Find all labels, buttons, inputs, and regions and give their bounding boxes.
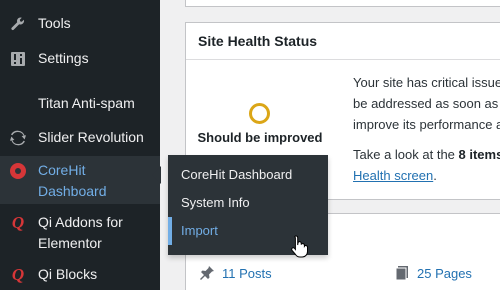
corehit-icon xyxy=(0,160,36,181)
submenu-item-system-info[interactable]: System Info xyxy=(168,189,328,217)
posts-count-link[interactable]: 11 Posts xyxy=(198,264,272,282)
dashboard-widget-top xyxy=(185,0,500,7)
pin-icon xyxy=(198,264,216,282)
health-status-ring xyxy=(249,103,270,124)
health-description: Your site has critical issues be address… xyxy=(353,75,500,132)
sidebar-item-label: Tools xyxy=(38,15,71,31)
pages-icon xyxy=(393,264,411,282)
sidebar-item-label: Qi Blocks xyxy=(38,266,98,282)
admin-sidebar: Tools Settings Titan Anti-spam Slider Re… xyxy=(0,0,160,290)
sidebar-item-settings[interactable]: Settings xyxy=(0,48,160,69)
sidebar-item-tools[interactable]: Tools xyxy=(0,13,160,34)
widget-title: Site Health Status xyxy=(186,23,500,60)
wrench-icon xyxy=(0,13,36,34)
sidebar-item-label: Qi Addons for Elementor xyxy=(38,214,123,251)
sidebar-item-qi-blocks[interactable]: Q Qi Blocks xyxy=(0,264,160,285)
submenu-item-corehit-dashboard[interactable]: CoreHit Dashboard xyxy=(168,161,328,189)
sidebar-item-label: Settings xyxy=(38,50,89,66)
sidebar-item-titan-anti-spam[interactable]: Titan Anti-spam xyxy=(0,93,160,114)
sidebar-item-label: CoreHit Dashboard xyxy=(38,162,107,199)
health-status-label: Should be improved xyxy=(197,130,323,145)
health-screen-link[interactable]: Health screen xyxy=(353,168,433,183)
refresh-icon xyxy=(0,127,36,148)
sliders-icon xyxy=(0,48,36,69)
hand-cursor-icon xyxy=(290,234,310,258)
qi-icon: Q xyxy=(11,265,25,284)
qi-icon: Q xyxy=(11,213,25,232)
sidebar-item-qi-addons[interactable]: Q Qi Addons for Elementor xyxy=(0,212,160,254)
sidebar-item-label: Titan Anti-spam xyxy=(38,95,135,111)
flyout-arrow xyxy=(152,166,161,184)
sidebar-item-label: Slider Revolution xyxy=(38,129,144,145)
health-take-look: Take a look at the 8 items Health screen… xyxy=(353,147,500,183)
sidebar-item-slider-revolution[interactable]: Slider Revolution xyxy=(0,127,160,148)
sidebar-item-corehit-dashboard[interactable]: CoreHit Dashboard xyxy=(0,156,160,204)
pages-count-link[interactable]: 25 Pages xyxy=(393,264,472,282)
